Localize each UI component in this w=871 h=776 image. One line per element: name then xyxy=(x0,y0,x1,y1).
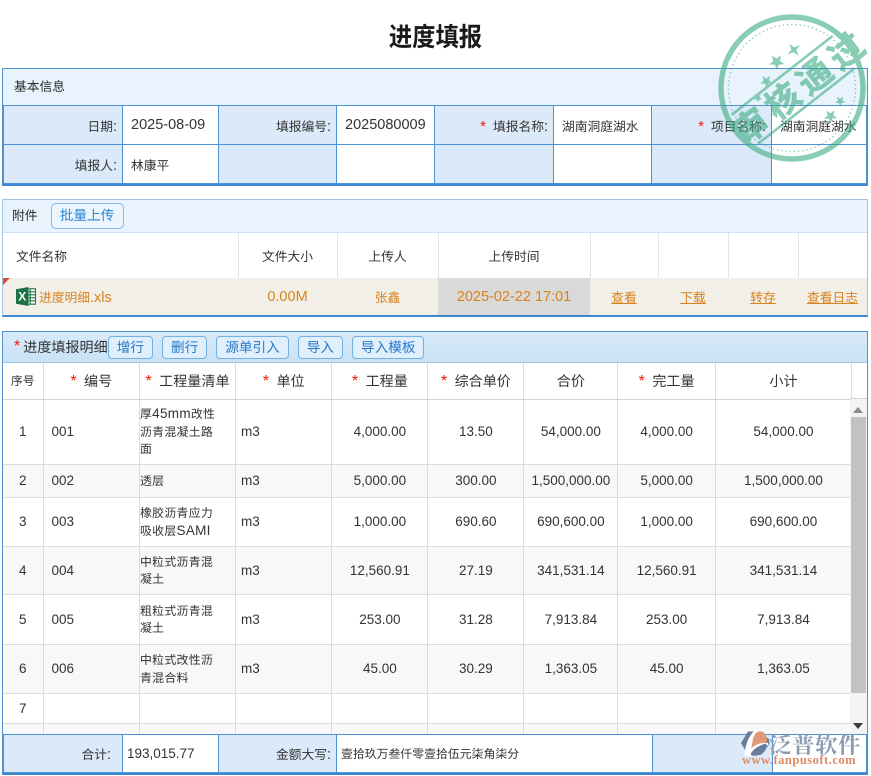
svg-text:X: X xyxy=(18,290,26,304)
